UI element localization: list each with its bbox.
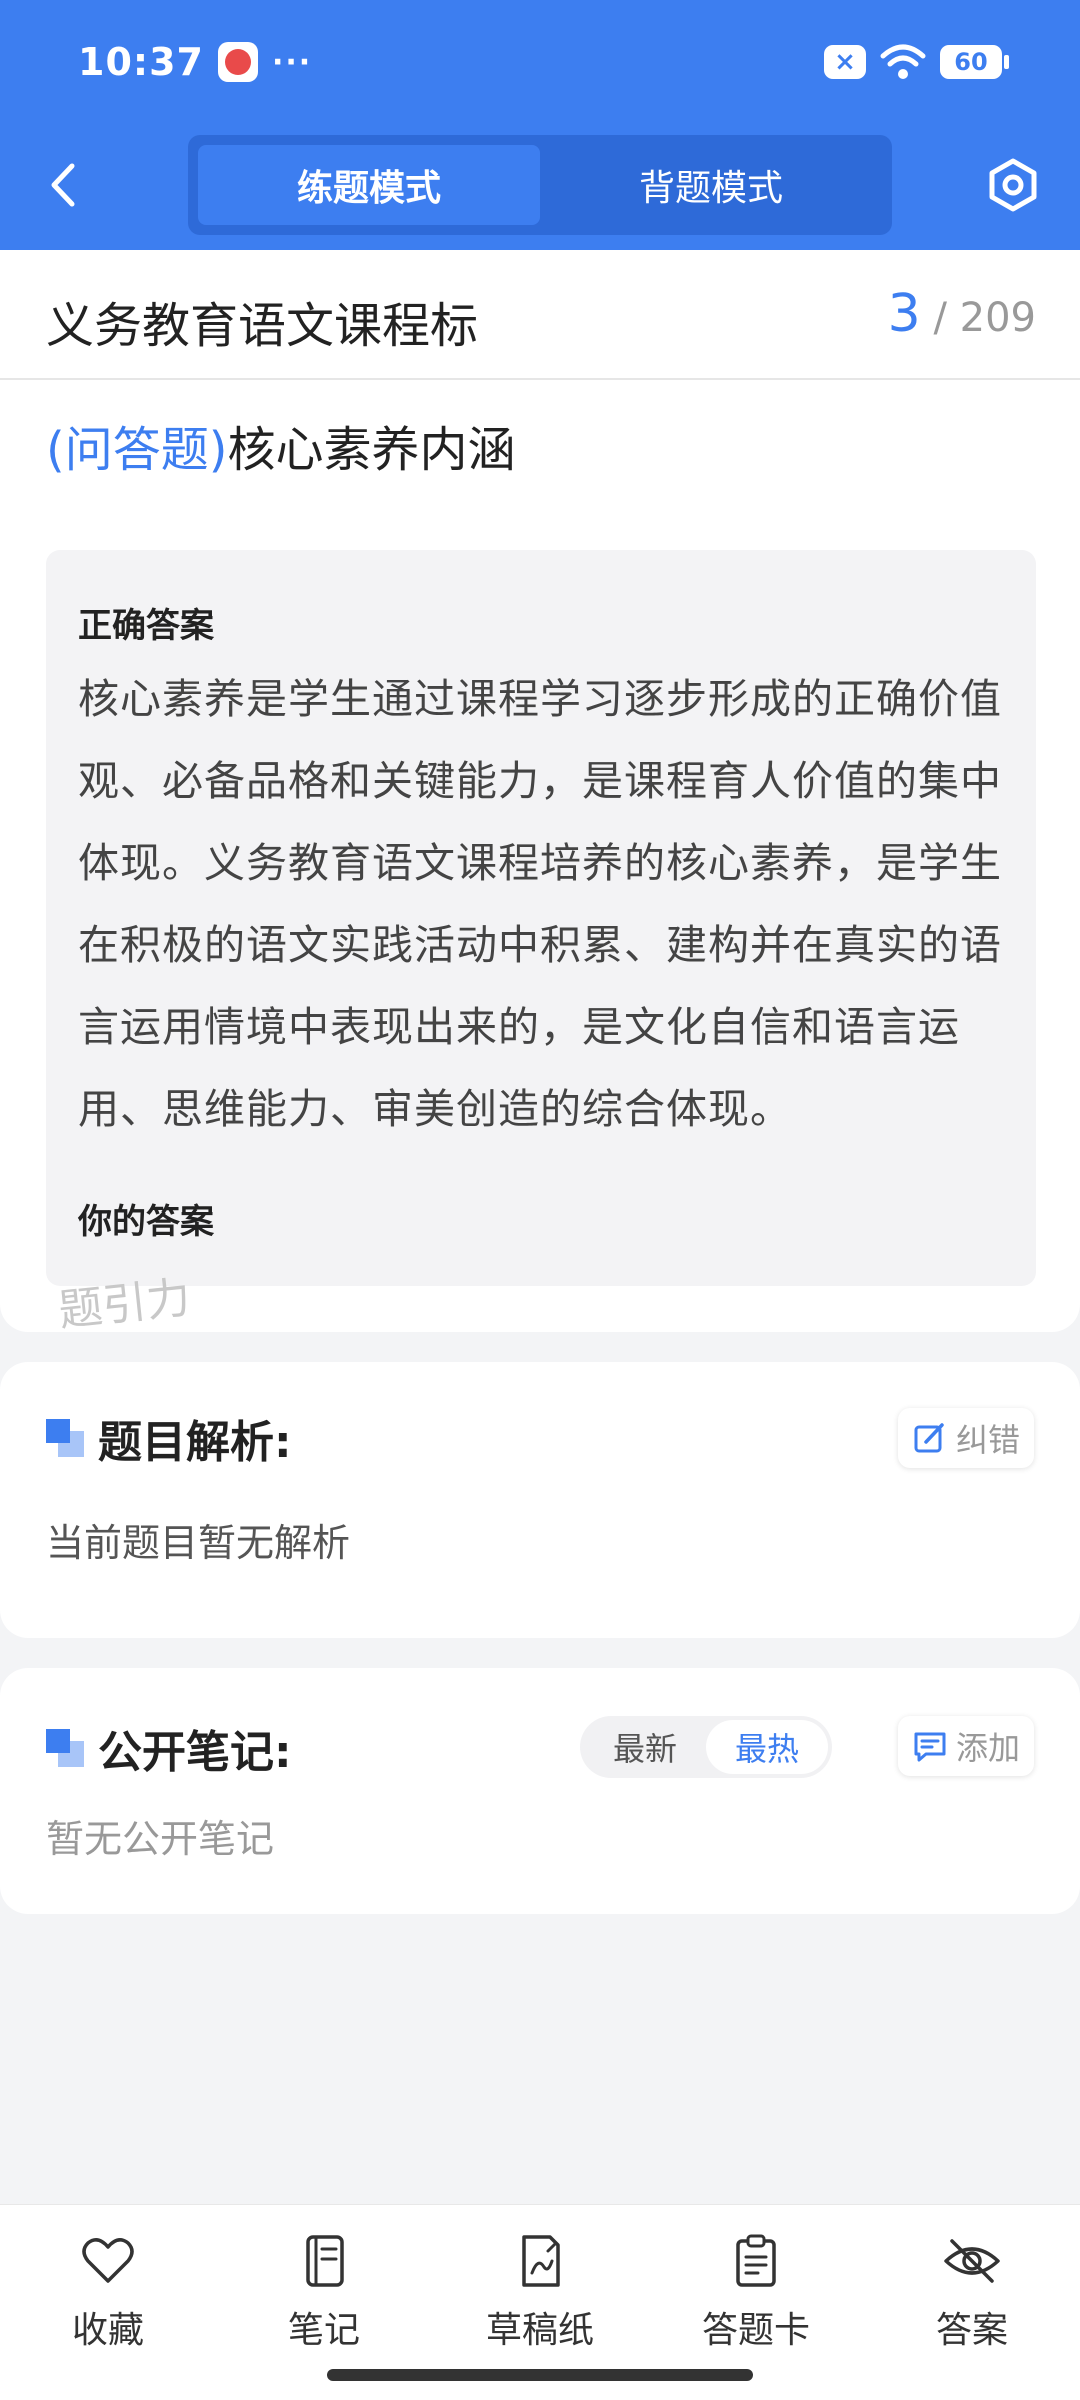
more-notifications-icon: ··· (271, 44, 313, 80)
question-progress: 3 / 209 (888, 284, 1036, 344)
report-error-button[interactable]: 纠错 (897, 1408, 1034, 1468)
heart-icon (82, 2238, 134, 2283)
settings-icon[interactable] (984, 156, 1042, 214)
analysis-title: 题目解析: (98, 1417, 292, 1468)
wifi-icon (880, 44, 926, 79)
analysis-header: 题目解析: (46, 1406, 292, 1470)
question-card: (问答题)核心素养内涵 正确答案 核心素养是学生通过课程学习逐步形成的正确价值观… (0, 380, 1080, 1337)
comment-icon (914, 1732, 946, 1762)
tab-memorize-mode[interactable]: 背题模式 (540, 145, 882, 225)
watermark: 题引力 (56, 1272, 193, 1337)
notes-title: 公开笔记: (98, 1727, 292, 1778)
scratch-paper-label: 草稿纸 (485, 2310, 594, 2351)
eye-off-icon (944, 2239, 1000, 2283)
question-stem: (问答题)核心素养内涵 (46, 410, 515, 480)
toggle-answer-button[interactable]: 答案 (882, 2231, 1062, 2353)
favorite-label: 收藏 (71, 2310, 144, 2351)
notes-empty-text: 暂无公开笔记 (46, 1817, 275, 1861)
add-note-label: 添加 (955, 1729, 1020, 1767)
notes-sort-toggle: 最新 最热 (580, 1716, 832, 1778)
public-notes-card: 公开笔记: 最新 最热 添加 暂无公开笔记 (0, 1668, 1080, 1914)
sort-latest-option[interactable]: 最新 (584, 1720, 706, 1774)
correct-answer-label: 正确答案 (78, 606, 214, 646)
app-notification-icon (217, 42, 258, 82)
analysis-empty-text: 当前题目暂无解析 (46, 1521, 351, 1565)
notes-header: 公开笔记: (46, 1716, 292, 1780)
edit-icon (914, 1423, 944, 1453)
report-error-label: 纠错 (955, 1421, 1020, 1459)
answer-sheet-label: 答题卡 (701, 2310, 810, 2351)
your-answer-label: 你的答案 (78, 1202, 214, 1242)
favorite-button[interactable]: 收藏 (18, 2231, 198, 2353)
top-nav: 练题模式 背题模式 (0, 134, 1080, 236)
back-icon[interactable] (38, 158, 92, 212)
add-note-button[interactable]: 添加 (897, 1716, 1034, 1776)
draft-icon (522, 2235, 560, 2287)
status-bar: 10:37 ··· × 60 (78, 34, 1009, 90)
answer-box: 正确答案 核心素养是学生通过课程学习逐步形成的正确价值观、必备品格和关键能力，是… (46, 550, 1036, 1286)
notes-button[interactable]: 笔记 (234, 2231, 414, 2353)
header: 10:37 ··· × 60 练题模式 背题模式 (0, 0, 1080, 250)
no-sim-icon: × (824, 45, 866, 79)
scratch-paper-button[interactable]: 草稿纸 (450, 2231, 630, 2353)
question-text: 核心素养内涵 (227, 422, 516, 478)
clipboard-icon (736, 2234, 776, 2287)
sort-hot-option[interactable]: 最热 (706, 1720, 828, 1774)
notebook-icon (306, 2235, 344, 2287)
section-squares-icon (46, 1419, 84, 1457)
title-bar: 义务教育语文课程标 3 / 209 (0, 250, 1080, 380)
question-type: (问答题) (46, 422, 228, 478)
correct-answer-text: 核心素养是学生通过课程学习逐步形成的正确价值观、必备品格和关键能力，是课程育人价… (78, 675, 1002, 1133)
answer-label: 答案 (935, 2310, 1008, 2351)
status-time: 10:37 (78, 40, 204, 84)
total-question-count: / 209 (933, 295, 1036, 341)
answer-sheet-button[interactable]: 答题卡 (666, 2231, 846, 2353)
tab-practice-mode[interactable]: 练题模式 (198, 145, 540, 225)
mode-switch: 练题模式 背题模式 (188, 135, 892, 235)
current-question-number: 3 (887, 284, 921, 344)
analysis-card: 题目解析: 纠错 当前题目暂无解析 (0, 1362, 1080, 1638)
battery-icon: 60 (940, 45, 1009, 79)
section-squares-icon (46, 1729, 84, 1767)
page-title: 义务教育语文课程标 (46, 298, 479, 354)
notes-label: 笔记 (287, 2310, 360, 2351)
home-indicator[interactable] (327, 2369, 753, 2381)
